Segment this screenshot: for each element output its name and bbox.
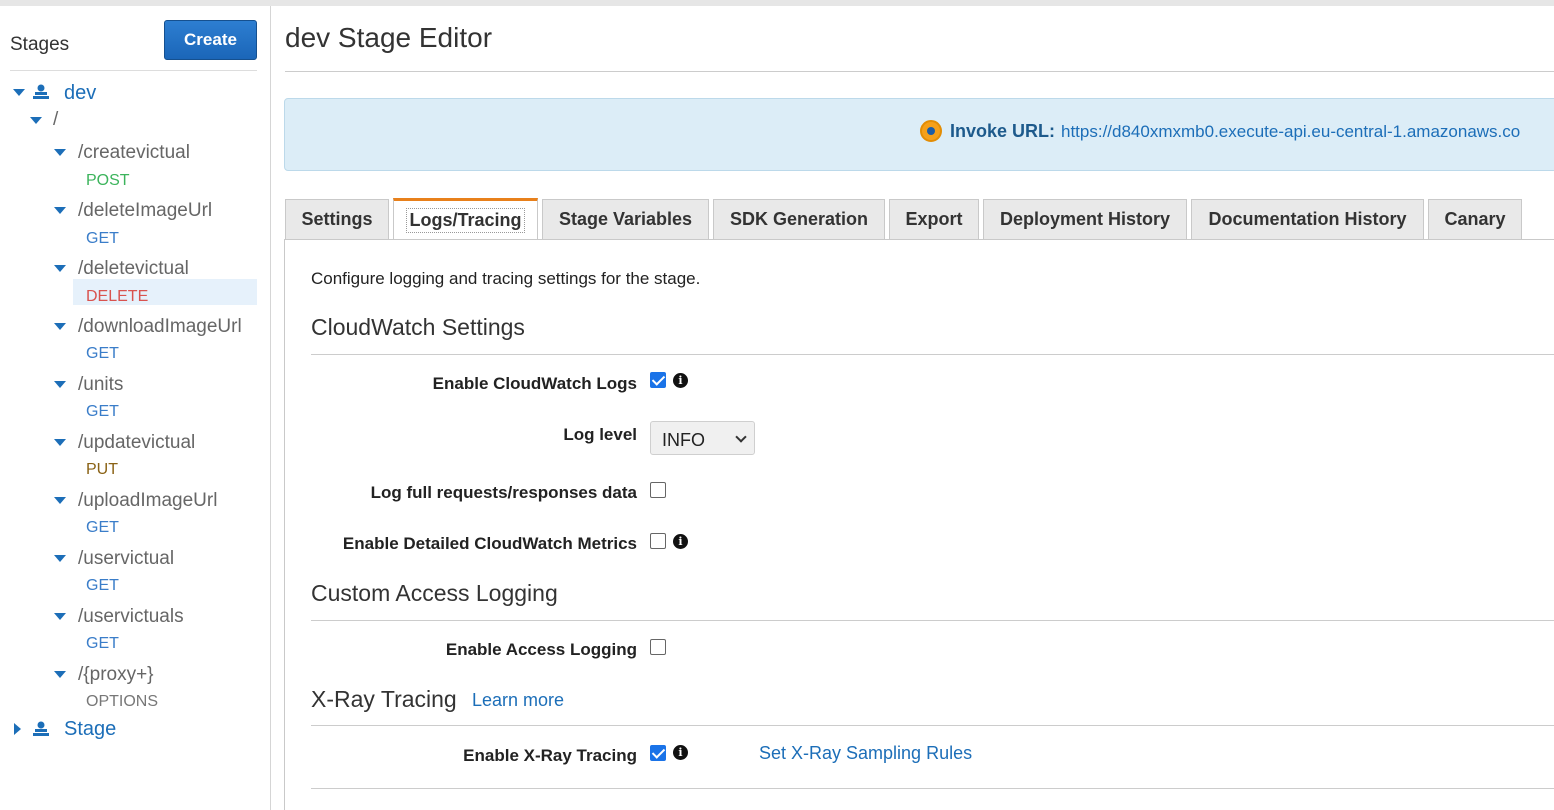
caret-down-icon[interactable] xyxy=(54,149,66,156)
enable-xray-checkbox[interactable] xyxy=(650,745,666,761)
tree-resource[interactable]: /units xyxy=(78,374,123,396)
tree-method[interactable]: OPTIONS xyxy=(86,693,158,711)
xray-sampling-rules-link[interactable]: Set X-Ray Sampling Rules xyxy=(759,743,972,764)
tab-canary[interactable]: Canary xyxy=(1428,199,1522,239)
info-icon[interactable]: i xyxy=(673,534,688,549)
section-divider xyxy=(311,354,1554,355)
page-title: dev Stage Editor xyxy=(285,22,493,53)
section-divider xyxy=(311,788,1554,789)
stage-icon xyxy=(33,84,49,99)
tab-logs-tracing[interactable]: Logs/Tracing xyxy=(393,198,538,240)
log-level-label: Log level xyxy=(563,425,637,444)
tree-resource[interactable]: /uploadImageUrl xyxy=(78,490,217,512)
info-icon[interactable]: i xyxy=(673,373,688,388)
tree-method[interactable]: GET xyxy=(86,345,119,363)
caret-down-icon[interactable] xyxy=(54,323,66,330)
caret-down-icon[interactable] xyxy=(54,555,66,562)
tree-resource[interactable]: /deletevictual xyxy=(78,258,189,280)
tree-resource[interactable]: /deleteImageUrl xyxy=(78,200,212,222)
chevron-down-icon xyxy=(735,431,747,443)
tab-label: Deployment History xyxy=(999,209,1171,229)
log-level-select[interactable]: INFO xyxy=(650,421,755,455)
info-icon[interactable]: i xyxy=(673,745,688,760)
caret-down-icon[interactable] xyxy=(54,439,66,446)
tree-method[interactable]: GET xyxy=(86,519,119,537)
enable-cloudwatch-logs-checkbox[interactable] xyxy=(650,372,666,388)
tree-method[interactable]: POST xyxy=(86,172,130,190)
tree-resource-root[interactable]: / xyxy=(53,109,58,131)
stage-icon xyxy=(33,721,49,736)
tree-resource[interactable]: /downloadImageUrl xyxy=(78,316,242,338)
caret-down-icon[interactable] xyxy=(54,671,66,678)
tab-label: Canary xyxy=(1444,209,1506,229)
caret-down-icon[interactable] xyxy=(30,117,42,124)
tab-documentation-history[interactable]: Documentation History xyxy=(1191,199,1424,239)
stages-sidebar: Stages Create xyxy=(0,6,271,810)
tabs-baseline xyxy=(284,239,1554,240)
content-border xyxy=(284,240,285,810)
enable-access-logging-checkbox[interactable] xyxy=(650,639,666,655)
tab-export[interactable]: Export xyxy=(889,199,979,239)
caret-down-icon[interactable] xyxy=(54,497,66,504)
tree-resource[interactable]: /uservictuals xyxy=(78,606,184,628)
title-divider xyxy=(285,71,1554,72)
enable-xray-label: Enable X-Ray Tracing xyxy=(463,746,637,765)
caret-down-icon[interactable] xyxy=(13,89,25,96)
xray-heading: X-Ray Tracing xyxy=(311,686,457,712)
detailed-metrics-label: Enable Detailed CloudWatch Metrics xyxy=(342,534,637,553)
tab-label: Settings xyxy=(301,209,373,229)
tab-settings[interactable]: Settings xyxy=(285,199,389,239)
tab-label: Export xyxy=(905,209,963,229)
caret-down-icon[interactable] xyxy=(54,613,66,620)
caret-down-icon[interactable] xyxy=(54,265,66,272)
detailed-metrics-checkbox[interactable] xyxy=(650,533,666,549)
tree-resource[interactable]: /uservictual xyxy=(78,548,174,570)
caret-down-icon[interactable] xyxy=(54,381,66,388)
tree-resource[interactable]: /createvictual xyxy=(78,142,190,164)
tree-method[interactable]: GET xyxy=(86,230,119,248)
learn-more-link[interactable]: Learn more xyxy=(472,690,564,711)
tab-sdk-generation[interactable]: SDK Generation xyxy=(713,199,885,239)
tree-resource[interactable]: /{proxy+} xyxy=(78,664,154,686)
cloudwatch-heading: CloudWatch Settings xyxy=(311,314,525,340)
create-stage-button[interactable]: Create xyxy=(164,20,257,60)
tab-label: Stage Variables xyxy=(558,209,693,229)
tree-stage-dev[interactable]: dev xyxy=(64,82,96,105)
tree-method[interactable]: GET xyxy=(86,577,119,595)
enable-access-logging-label: Enable Access Logging xyxy=(445,640,637,659)
caret-right-icon[interactable] xyxy=(14,723,21,735)
tab-stage-variables[interactable]: Stage Variables xyxy=(542,199,709,239)
tree-resource[interactable]: /updatevictual xyxy=(78,432,195,454)
tab-label: Documentation History xyxy=(1208,209,1407,229)
stages-title: Stages xyxy=(10,34,70,55)
tab-description: Configure logging and tracing settings f… xyxy=(311,269,701,288)
tab-label: Logs/Tracing xyxy=(406,208,525,233)
tree-stage-stage[interactable]: Stage xyxy=(64,718,116,741)
access-logging-heading: Custom Access Logging xyxy=(311,580,558,606)
invoke-url-label: Invoke URL: xyxy=(950,121,1056,141)
tree-method[interactable]: GET xyxy=(86,403,119,421)
caret-down-icon[interactable] xyxy=(54,207,66,214)
tab-label: SDK Generation xyxy=(729,209,869,229)
tree-method[interactable]: GET xyxy=(86,635,119,653)
log-full-requests-label: Log full requests/responses data xyxy=(370,483,637,502)
log-level-value: INFO xyxy=(662,430,705,450)
tab-deployment-history[interactable]: Deployment History xyxy=(983,199,1187,239)
section-divider xyxy=(311,620,1554,621)
invoke-status-icon xyxy=(920,120,942,142)
tree-method[interactable]: DELETE xyxy=(86,288,148,306)
section-divider xyxy=(311,725,1554,726)
log-full-requests-checkbox[interactable] xyxy=(650,482,666,498)
enable-cloudwatch-logs-label: Enable CloudWatch Logs xyxy=(432,374,637,393)
invoke-url-link[interactable]: https://d840xmxmb0.execute-api.eu-centra… xyxy=(1061,122,1520,142)
sidebar-divider xyxy=(10,70,257,71)
tree-method[interactable]: PUT xyxy=(86,461,118,479)
